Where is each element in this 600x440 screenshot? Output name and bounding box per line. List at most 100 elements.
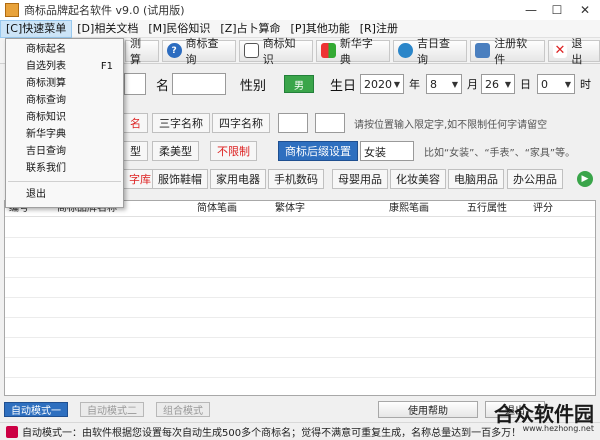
gender-label: 性别 — [240, 78, 267, 94]
name-label: 名 — [156, 78, 170, 94]
watermark-url: www.hezhong.net — [522, 424, 594, 433]
day-select[interactable]: 26 ▼ — [481, 74, 515, 94]
grid-line — [5, 237, 595, 238]
year-unit: 年 — [409, 78, 420, 91]
grid-line — [5, 297, 595, 298]
category-appliances-button[interactable]: 家用电器 — [210, 169, 266, 189]
toolbar-dictionary-button[interactable]: 新华字典 — [316, 37, 391, 66]
app-icon — [5, 3, 19, 17]
close-button[interactable]: ✕ — [570, 0, 600, 20]
year-value: 2020 — [364, 77, 392, 91]
dropdown-item-label: 新华字典 — [26, 129, 66, 140]
dropdown-item-brand-naming[interactable]: 商标起名 — [6, 41, 123, 58]
fixed-char-hint: 请按位置输入限定字,如不限制任何字请留空 — [354, 119, 548, 131]
category-digital-button[interactable]: 手机数码 — [268, 169, 324, 189]
menu-quick[interactable]: [C]快速菜单 — [0, 19, 73, 38]
watermark-text: 合众软件园 — [494, 402, 594, 426]
help-button[interactable]: 使用帮助 — [378, 400, 478, 418]
toolbar-query-label: 商标查询 — [185, 36, 219, 66]
fixed-char-input-2[interactable] — [315, 113, 345, 133]
toolbar-query-button[interactable]: ? 商标查询 — [161, 37, 236, 66]
dropdown-item-brand-query[interactable]: 商标查询 — [6, 92, 123, 109]
fixed-char-input-1[interactable] — [278, 113, 308, 133]
chevron-down-icon: ▼ — [564, 79, 571, 89]
dropdown-item-dictionary[interactable]: 新华字典 — [6, 126, 123, 143]
grid-line — [5, 317, 595, 318]
dropdown-item-label: 商标查询 — [26, 95, 66, 106]
col-score[interactable]: 评分 — [529, 201, 589, 216]
results-grid[interactable]: 编号 商标品牌名称 简体笔画 繁体字 康熙笔画 五行属性 评分 — [4, 200, 596, 396]
minimize-button[interactable]: — — [518, 0, 544, 20]
question-icon: ? — [166, 43, 182, 58]
dropdown-item-label: 商标知识 — [26, 112, 66, 123]
dropdown-item-brand-measure[interactable]: 商标测算 — [6, 75, 123, 92]
dropdown-item-label: 自选列表 — [26, 61, 66, 72]
birthday-label: 生日 — [330, 78, 357, 94]
toolbar-exit-button[interactable]: ✕ 退出 — [547, 37, 600, 66]
windows-icon — [321, 43, 336, 58]
day-unit: 日 — [520, 78, 531, 91]
book-icon — [243, 43, 259, 58]
dropdown-item-brand-knowledge[interactable]: 商标知识 — [6, 109, 123, 126]
chevron-down-icon: ▼ — [504, 79, 511, 89]
dropdown-item-label: 联系我们 — [26, 163, 66, 174]
suffix-input[interactable]: 女装 — [360, 141, 414, 161]
hour-value: 0 — [541, 77, 548, 91]
toolbar-exit-label: 退出 — [571, 36, 583, 66]
dropdown-item-lucky-day[interactable]: 吉日查询 — [6, 143, 123, 160]
month-unit: 月 — [467, 78, 478, 91]
chevron-down-icon: ▼ — [451, 79, 458, 89]
grid-line — [5, 257, 595, 258]
mode-combo-tab[interactable]: 组合模式 — [156, 401, 210, 417]
grid-line — [5, 357, 595, 358]
chevron-down-icon: ▼ — [393, 79, 400, 89]
dropdown-item-custom-list[interactable]: 自选列表 F1 — [6, 58, 123, 75]
category-office-button[interactable]: 办公用品 — [507, 169, 563, 189]
col-five-elements[interactable]: 五行属性 — [463, 201, 529, 216]
toolbar-register-button[interactable]: 注册软件 — [470, 37, 545, 66]
toolbar-knowledge-label: 商标知识 — [262, 36, 296, 66]
close-icon: ✕ — [552, 43, 568, 58]
dropdown-separator — [8, 181, 121, 182]
style-soft-button[interactable]: 柔美型 — [152, 141, 199, 161]
arrow-right-icon[interactable]: ▶ — [577, 171, 593, 187]
toolbar-measure-button[interactable]: 测算 — [125, 37, 159, 66]
toolbar-dictionary-label: 新华字典 — [339, 36, 373, 66]
suffix-settings-button[interactable]: 商标后缀设置 — [278, 141, 358, 161]
month-select[interactable]: 8 ▼ — [426, 74, 462, 94]
mode-auto-two-tab[interactable]: 自动模式二 — [80, 401, 144, 417]
col-simplified-strokes[interactable]: 简体笔画 — [193, 201, 271, 216]
quick-menu-dropdown: 商标起名 自选列表 F1 商标测算 商标查询 商标知识 新华字典 吉日查询 联系我… — [5, 38, 124, 208]
toolbar-register-label: 注册软件 — [494, 36, 528, 66]
col-traditional[interactable]: 繁体字 — [271, 201, 385, 216]
col-kangxi-strokes[interactable]: 康熙笔画 — [385, 201, 463, 216]
suffix-hint: 比如“女装”、“手表”、“家具”等。 — [424, 147, 576, 159]
dropdown-item-label: 商标测算 — [26, 78, 66, 89]
dropdown-item-contact[interactable]: 联系我们 — [6, 160, 123, 177]
toolbar-lucky-day-label: 吉日查询 — [417, 36, 451, 66]
name-length-two-button[interactable]: 名 — [124, 113, 148, 133]
year-select[interactable]: 2020 ▼ — [360, 74, 404, 94]
toolbar-measure-label: 测算 — [130, 36, 141, 66]
category-clothing-button[interactable]: 服饰鞋帽 — [152, 169, 208, 189]
name-length-three-button[interactable]: 三字名称 — [152, 113, 210, 133]
mode-auto-one-tab[interactable]: 自动模式一 — [4, 401, 68, 417]
category-baby-button[interactable]: 母婴用品 — [332, 169, 388, 189]
status-text: 自动模式一：由软件根据您设置每次自动生成500多个商标名；觉得不满意可重复生成，… — [22, 428, 522, 439]
category-computer-button[interactable]: 电脑用品 — [448, 169, 504, 189]
hour-select[interactable]: 0 ▼ — [537, 74, 575, 94]
toolbar-knowledge-button[interactable]: 商标知识 — [238, 37, 314, 66]
name-input[interactable] — [172, 73, 226, 95]
toolbar-lucky-day-button[interactable]: 吉日查询 — [393, 37, 468, 66]
grid-line — [5, 377, 595, 378]
dropdown-item-label: 退出 — [26, 189, 46, 200]
style-strong-button[interactable]: 型 — [124, 141, 148, 161]
maximize-button[interactable]: ☐ — [544, 0, 570, 20]
name-length-four-button[interactable]: 四字名称 — [212, 113, 270, 133]
dropdown-item-exit[interactable]: 退出 — [6, 186, 123, 203]
gender-toggle[interactable]: 男 — [284, 75, 314, 93]
style-unlimited-button[interactable]: 不限制 — [210, 141, 257, 161]
surname-input[interactable] — [124, 73, 146, 95]
dropdown-item-label: 商标起名 — [26, 44, 66, 55]
category-cosmetics-button[interactable]: 化妆美容 — [390, 169, 446, 189]
